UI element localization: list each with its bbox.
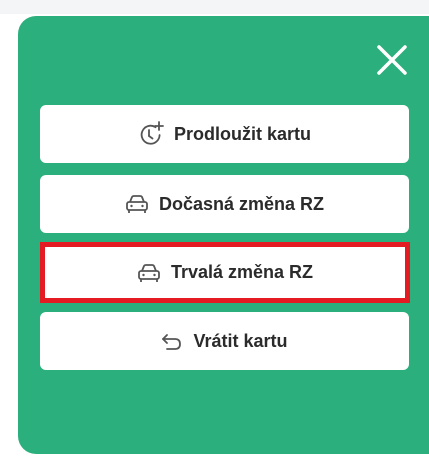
undo-arrow-icon [161, 331, 183, 351]
temporary-plate-change-button[interactable]: Dočasná změna RZ [40, 175, 409, 233]
temporary-plate-change-label: Dočasná změna RZ [158, 193, 325, 214]
close-icon [377, 45, 407, 75]
return-card-button[interactable]: Vrátit kartu [40, 312, 409, 370]
permanent-plate-change-label: Trvalá změna RZ [170, 262, 314, 282]
clock-plus-icon [138, 121, 164, 147]
close-button[interactable] [374, 42, 410, 78]
extend-card-label: Prodloužit kartu [173, 123, 311, 144]
car-icon [137, 263, 161, 283]
extend-card-button[interactable]: Prodloužit kartu [40, 105, 409, 163]
car-icon [125, 194, 149, 214]
card-actions-panel [18, 16, 429, 454]
page-top-strip [0, 0, 429, 14]
permanent-plate-change-button[interactable]: Trvalá změna RZ [40, 242, 410, 303]
return-card-label: Vrátit kartu [193, 330, 288, 351]
